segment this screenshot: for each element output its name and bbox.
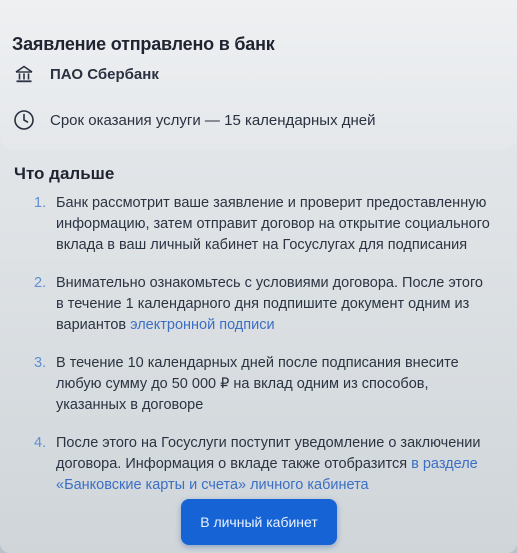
service-term-text: Срок оказания услуги — 15 календарных дн… (50, 111, 376, 129)
step-item: 1. Банк рассмотрит ваше заявление и пров… (34, 193, 494, 256)
service-term-row: Срок оказания услуги — 15 календарных дн… (12, 108, 376, 132)
step-text: В течение 10 календарных дней после подп… (56, 355, 459, 413)
application-sent-card: Заявление отправлено в банк ПАО Сбербанк (0, 0, 517, 553)
step-text: Банк рассмотрит ваше заявление и провери… (56, 195, 490, 253)
step-body: Внимательно ознакомьтесь с условиями дог… (56, 273, 494, 336)
step-number: 1. (34, 195, 47, 211)
next-steps-title: Что дальше (14, 164, 115, 183)
step-number: 2. (34, 275, 47, 291)
step-body: После этого на Госуслуги поступит уведом… (56, 433, 494, 496)
next-steps-list: 1. Банк рассмотрит ваше заявление и пров… (34, 193, 494, 513)
personal-cabinet-button[interactable]: В личный кабинет (181, 499, 337, 545)
electronic-signature-link[interactable]: электронной подписи (130, 317, 274, 333)
step-number: 3. (34, 355, 47, 371)
step-number: 4. (34, 435, 47, 451)
bank-icon (12, 62, 36, 86)
bank-row: ПАО Сбербанк (12, 62, 159, 86)
summary-section: Заявление отправлено в банк ПАО Сбербанк (0, 0, 517, 150)
clock-icon (12, 108, 36, 132)
bank-name: ПАО Сбербанк (50, 65, 159, 83)
page-title: Заявление отправлено в банк (12, 34, 275, 54)
step-item: 2. Внимательно ознакомьтесь с условиями … (34, 273, 494, 336)
step-item: 4. После этого на Госуслуги поступит уве… (34, 433, 494, 496)
step-item: 3. В течение 10 календарных дней после п… (34, 353, 494, 416)
